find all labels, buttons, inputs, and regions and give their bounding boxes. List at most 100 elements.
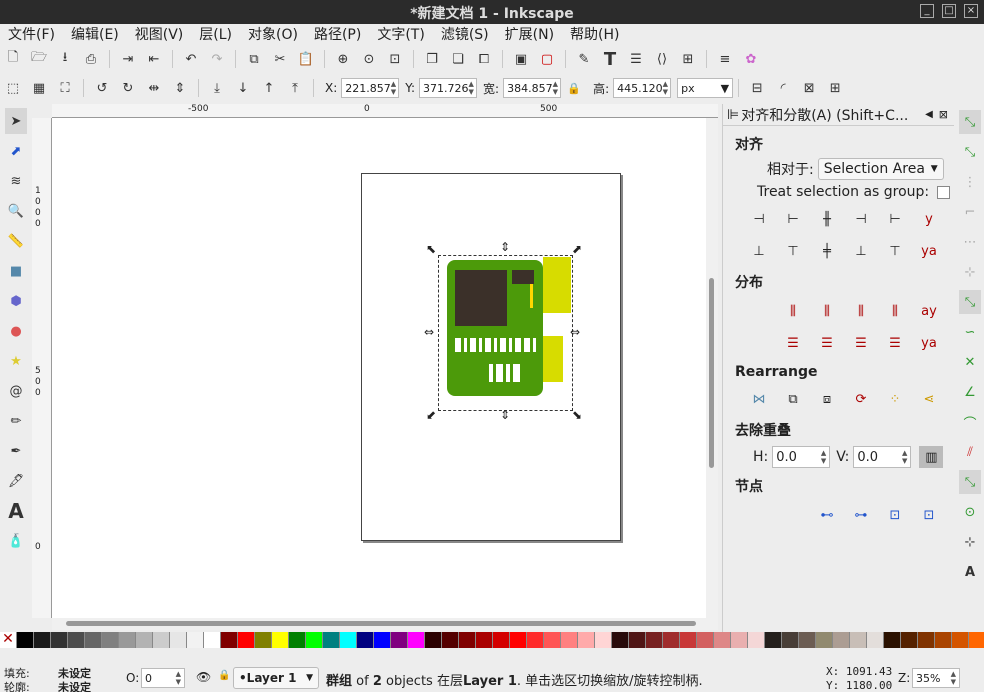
- menu-extensions[interactable]: 扩展(N): [497, 24, 562, 46]
- zoom-drawing-icon[interactable]: ⊙: [358, 48, 380, 70]
- color-swatch[interactable]: [408, 632, 425, 648]
- spiral-tool-icon[interactable]: @: [5, 378, 27, 404]
- width-input[interactable]: 384.857 ▲ ▼: [503, 78, 562, 98]
- color-swatch[interactable]: [867, 632, 884, 648]
- color-swatch[interactable]: [833, 632, 850, 648]
- color-swatch[interactable]: [884, 632, 901, 648]
- unclump-icon[interactable]: ⋖: [916, 386, 942, 412]
- distribute-top-icon[interactable]: ☰: [780, 330, 806, 356]
- color-swatch[interactable]: [85, 632, 102, 648]
- color-swatch[interactable]: [187, 632, 204, 648]
- v-gap-input[interactable]: 0.0 ▲ ▼: [853, 446, 912, 468]
- scale-corners-icon[interactable]: ◜: [772, 77, 794, 99]
- calligraphy-tool-icon[interactable]: 🖋: [5, 468, 27, 494]
- graph-layout-icon[interactable]: ⋈: [746, 386, 772, 412]
- group-icon[interactable]: ▣: [510, 48, 532, 70]
- align-baseline-icon[interactable]: y: [916, 206, 942, 232]
- color-swatch[interactable]: [935, 632, 952, 648]
- menu-edit[interactable]: 编辑(E): [63, 24, 127, 46]
- move-gradients-icon[interactable]: ⊠: [798, 77, 820, 99]
- distribute-centers-h-icon[interactable]: ⫼: [814, 298, 840, 324]
- menu-text[interactable]: 文字(T): [369, 24, 432, 46]
- scrollbar-thumb[interactable]: [709, 278, 714, 468]
- color-swatch[interactable]: [850, 632, 867, 648]
- snap-intersections-icon[interactable]: ✕: [959, 350, 981, 374]
- unit-select[interactable]: px ▼: [677, 78, 734, 98]
- color-swatch[interactable]: [595, 632, 612, 648]
- raise-icon[interactable]: ↑: [258, 77, 280, 99]
- color-swatch[interactable]: [544, 632, 561, 648]
- relative-to-select[interactable]: Selection Area ▼: [817, 158, 944, 180]
- scale-handle-bottom-icon[interactable]: ⇕: [500, 408, 510, 422]
- spray-tool-icon[interactable]: 🧴: [5, 528, 27, 554]
- color-swatch[interactable]: [646, 632, 663, 648]
- align-top-edges-icon[interactable]: ⊤: [780, 238, 806, 264]
- align-left-to-right-icon[interactable]: ⊢: [882, 206, 908, 232]
- snap-enable-icon[interactable]: ⤡: [959, 110, 981, 134]
- eye-icon[interactable]: 👁: [196, 670, 211, 684]
- scale-stroke-icon[interactable]: ⊟: [746, 77, 768, 99]
- color-swatch[interactable]: [748, 632, 765, 648]
- scale-handle-top-left-icon[interactable]: ⬉: [426, 242, 436, 256]
- spin-arrows-icon[interactable]: ▲ ▼: [821, 449, 826, 465]
- distribute-baseline-v-icon[interactable]: ya: [916, 330, 942, 356]
- snap-cusp-nodes-icon[interactable]: ∠: [959, 380, 981, 404]
- snap-others-icon[interactable]: ⤡: [959, 470, 981, 494]
- color-swatch[interactable]: [697, 632, 714, 648]
- exchange-z-order-icon[interactable]: ⧈: [814, 386, 840, 412]
- distribute-right-icon[interactable]: ⫼: [848, 298, 874, 324]
- pencil-tool-icon[interactable]: ✏: [5, 408, 27, 434]
- rotate-ccw-icon[interactable]: ↺: [91, 77, 113, 99]
- snap-bbox-icon[interactable]: ⤡: [959, 140, 981, 164]
- scale-handle-bottom-left-icon[interactable]: ⬋: [426, 408, 436, 422]
- distribute-left-icon[interactable]: ⫼: [780, 298, 806, 324]
- deselect-icon[interactable]: ⛶: [54, 77, 76, 99]
- paste-icon[interactable]: 📋: [295, 48, 317, 70]
- align-bottom-edges-icon[interactable]: ⊥: [848, 238, 874, 264]
- menu-object[interactable]: 对象(O): [240, 24, 306, 46]
- lower-icon[interactable]: ↓: [232, 77, 254, 99]
- save-icon[interactable]: ⭳: [54, 48, 76, 70]
- preferences-icon[interactable]: ≡: [714, 48, 736, 70]
- color-swatch[interactable]: [68, 632, 85, 648]
- snap-paths-icon[interactable]: ∽: [959, 320, 981, 344]
- snap-text-baseline-icon[interactable]: A: [959, 560, 981, 584]
- center-horizontal-axis-icon[interactable]: ╪: [814, 238, 840, 264]
- snap-bbox-edges-icon[interactable]: ⋮: [959, 170, 981, 194]
- vertical-scrollbar[interactable]: [706, 118, 718, 618]
- color-swatch[interactable]: [357, 632, 374, 648]
- color-swatch[interactable]: [578, 632, 595, 648]
- x-input[interactable]: 221.857 ▲ ▼: [341, 78, 400, 98]
- menu-view[interactable]: 视图(V): [127, 24, 192, 46]
- measure-tool-icon[interactable]: 📏: [5, 228, 27, 254]
- color-swatch[interactable]: [425, 632, 442, 648]
- snap-smooth-nodes-icon[interactable]: ⌒: [959, 410, 981, 434]
- spin-arrows-icon[interactable]: ▲ ▼: [663, 80, 668, 96]
- zoom-input[interactable]: 35% ▲ ▼: [912, 668, 960, 688]
- color-swatch[interactable]: [238, 632, 255, 648]
- align-bottom-to-top-icon[interactable]: ⊥: [746, 238, 772, 264]
- star-tool-icon[interactable]: ★: [5, 348, 27, 374]
- color-swatch[interactable]: [969, 632, 984, 648]
- spin-arrows-icon[interactable]: ▲ ▼: [391, 80, 396, 96]
- scale-handle-right-icon[interactable]: ⇔: [570, 325, 580, 339]
- lock-icon[interactable]: 🔒: [563, 77, 585, 99]
- color-swatch[interactable]: [493, 632, 510, 648]
- scale-handle-left-icon[interactable]: ⇔: [424, 325, 434, 339]
- color-swatch[interactable]: [306, 632, 323, 648]
- tweak-tool-icon[interactable]: ≋: [5, 168, 27, 194]
- duplicate-icon[interactable]: ❐: [421, 48, 443, 70]
- select-all-layers-icon[interactable]: ▦: [28, 77, 50, 99]
- exchange-clockwise-icon[interactable]: ⟳: [848, 386, 874, 412]
- print-icon[interactable]: ⎙: [80, 48, 102, 70]
- color-swatch[interactable]: [714, 632, 731, 648]
- treat-group-checkbox[interactable]: [937, 185, 951, 199]
- zoom-tool-icon[interactable]: 🔍: [5, 198, 27, 224]
- color-swatch[interactable]: [952, 632, 969, 648]
- color-swatch[interactable]: [153, 632, 170, 648]
- export-icon[interactable]: ⇤: [143, 48, 165, 70]
- open-icon[interactable]: 🗁: [28, 48, 50, 70]
- color-swatch[interactable]: [289, 632, 306, 648]
- center-vertical-axis-icon[interactable]: ╫: [814, 206, 840, 232]
- color-swatch[interactable]: [663, 632, 680, 648]
